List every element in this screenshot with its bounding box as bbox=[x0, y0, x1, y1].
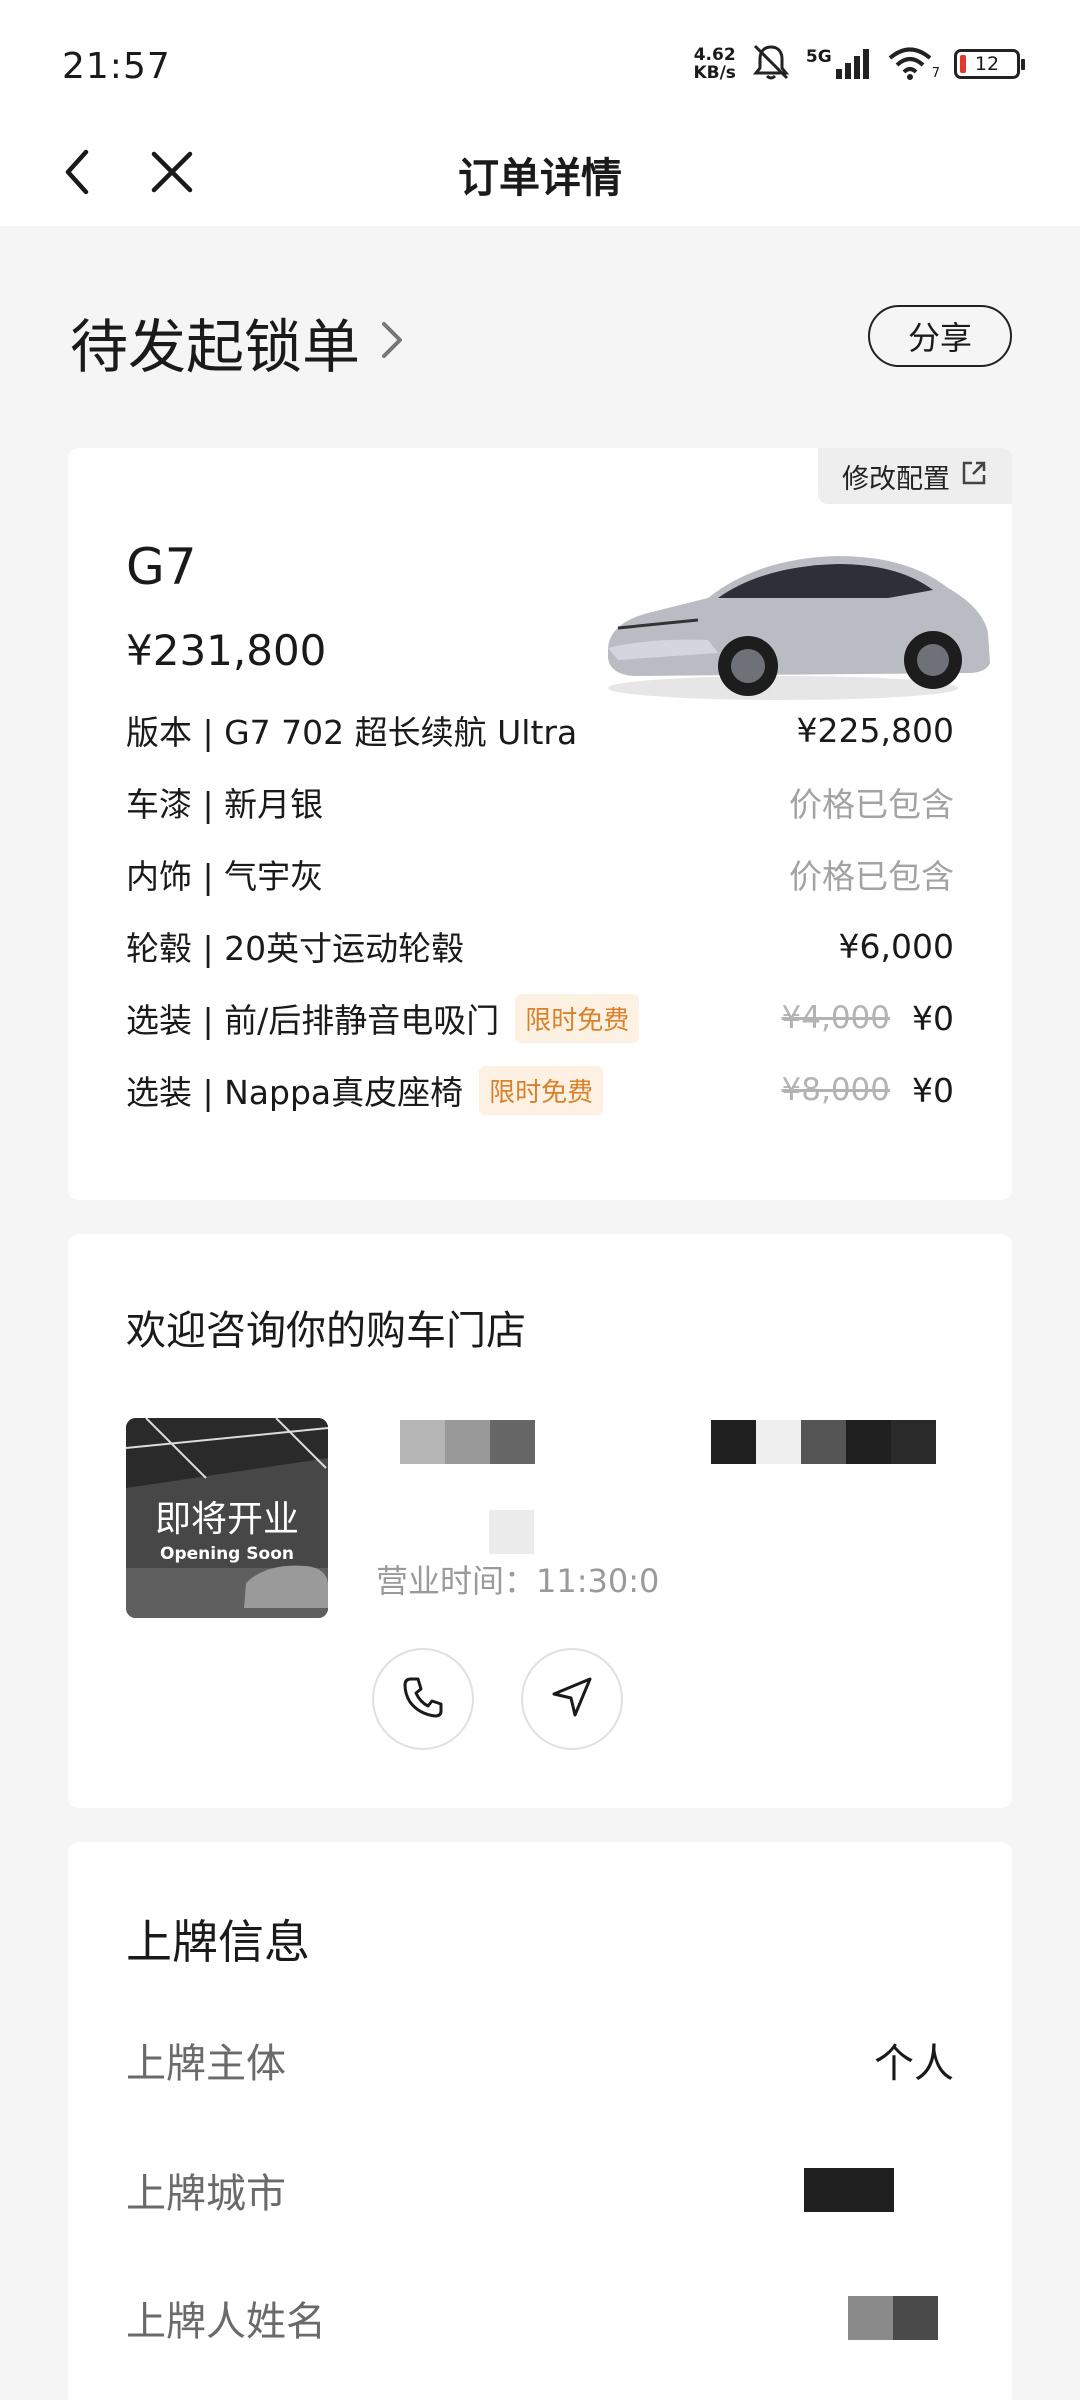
plate-row-subject: 上牌主体 个人 bbox=[126, 2030, 954, 2090]
wifi-icon: 7 bbox=[888, 47, 940, 81]
external-link-icon bbox=[960, 459, 988, 494]
signal-5g-icon: 5G bbox=[806, 47, 874, 81]
phone-icon bbox=[401, 1675, 445, 1723]
status-time: 21:57 bbox=[62, 46, 171, 87]
plate-title: 上牌信息 bbox=[126, 1915, 310, 1969]
call-store-button[interactable] bbox=[372, 1648, 474, 1750]
spec-value: ¥6,000 bbox=[838, 926, 954, 966]
spec-row-interior: 内饰 | 气宇灰 价格已包含 bbox=[126, 849, 954, 899]
spec-label: 车漆 | 新月银 bbox=[126, 785, 324, 824]
navigate-icon bbox=[550, 1675, 594, 1723]
spec-row-version: 版本 | G7 702 超长续航 Ultra ¥225,800 bbox=[126, 705, 954, 755]
car-config-card: 修改配置 G7 ¥231,800 版本 | G7 702 超长续航 Ultra … bbox=[68, 448, 1012, 1200]
page-title: 订单详情 bbox=[458, 154, 622, 202]
chevron-right-icon bbox=[378, 318, 406, 366]
battery-icon: 12 bbox=[954, 49, 1025, 79]
spec-row-paint: 车漆 | 新月银 价格已包含 bbox=[126, 777, 954, 827]
battery-level: 12 bbox=[974, 53, 1000, 75]
plate-row-city: 上牌城市 bbox=[126, 2160, 954, 2220]
spec-label: 版本 | G7 702 超长续航 Ultra bbox=[126, 713, 578, 752]
plate-name-redacted bbox=[848, 2296, 938, 2340]
status-icons: 4.62 KB/s 5G 7 12 bbox=[693, 42, 1025, 86]
wifi-sub: 7 bbox=[931, 66, 940, 81]
mute-bell-icon bbox=[750, 42, 792, 86]
free-tag: 限时免费 bbox=[515, 993, 640, 1043]
car-price: ¥231,800 bbox=[126, 626, 327, 675]
spec-value: 价格已包含 bbox=[789, 785, 954, 824]
spec-original-price: ¥8,000 bbox=[781, 1072, 890, 1108]
order-status-link[interactable]: 待发起锁单 bbox=[70, 300, 406, 384]
spec-value: ¥0 bbox=[912, 998, 954, 1038]
order-status-text: 待发起锁单 bbox=[70, 313, 361, 381]
spec-row-wheels: 轮毂 | 20英寸运动轮毂 ¥6,000 bbox=[126, 921, 954, 971]
net-speed-unit: KB/s bbox=[693, 63, 736, 83]
car-model: G7 bbox=[126, 538, 197, 596]
net-speed-value: 4.62 bbox=[693, 45, 736, 65]
store-card: 欢迎咨询你的购车门店 即将开业 Opening Soon 营业时间：11:30:… bbox=[68, 1234, 1012, 1808]
free-tag: 限时免费 bbox=[479, 1065, 604, 1115]
store-title: 欢迎咨询你的购车门店 bbox=[126, 1308, 526, 1354]
spec-label: 轮毂 | 20英寸运动轮毂 bbox=[126, 929, 465, 968]
spec-label: 选装 | 前/后排静音电吸门 bbox=[126, 1001, 500, 1040]
plate-row-name: 上牌人姓名 bbox=[126, 2288, 954, 2348]
opening-soon-cn: 即将开业 bbox=[154, 1499, 299, 1540]
navigate-store-button[interactable] bbox=[521, 1648, 623, 1750]
car-image bbox=[588, 528, 1008, 708]
store-distance-redacted bbox=[711, 1420, 936, 1464]
plate-info-card: 上牌信息 上牌主体 个人 上牌城市 上牌人姓名 bbox=[68, 1842, 1012, 2400]
share-button[interactable]: 分享 bbox=[868, 305, 1012, 367]
spec-value: ¥0 bbox=[912, 1070, 954, 1110]
plate-value: 个人 bbox=[874, 2041, 954, 2087]
plate-label: 上牌人姓名 bbox=[126, 2299, 326, 2345]
plate-label: 上牌主体 bbox=[126, 2041, 286, 2087]
modify-config-label: 修改配置 bbox=[842, 463, 950, 495]
store-hours: 营业时间：11:30:0 bbox=[376, 1562, 660, 1600]
spec-row-option-doors: 选装 | 前/后排静音电吸门 限时免费 ¥4,000 ¥0 bbox=[126, 993, 954, 1043]
net-speed: 4.62 KB/s bbox=[693, 46, 735, 82]
spec-value: 价格已包含 bbox=[789, 857, 954, 896]
store-name-redacted bbox=[400, 1420, 535, 1464]
spec-original-price: ¥4,000 bbox=[781, 1000, 890, 1036]
plate-city-redacted bbox=[804, 2168, 894, 2212]
nav-bar: 订单详情 bbox=[0, 130, 1080, 226]
status-bar: 21:57 4.62 KB/s 5G 7 12 bbox=[0, 0, 1080, 130]
spec-label: 内饰 | 气宇灰 bbox=[126, 857, 324, 896]
spec-value: ¥225,800 bbox=[796, 710, 954, 750]
spec-row-option-seats: 选装 | Nappa真皮座椅 限时免费 ¥8,000 ¥0 bbox=[126, 1065, 954, 1115]
plate-label: 上牌城市 bbox=[126, 2171, 286, 2217]
opening-soon-en: Opening Soon bbox=[160, 1544, 294, 1564]
spec-label: 选装 | Nappa真皮座椅 bbox=[126, 1073, 464, 1112]
signal-label: 5G bbox=[805, 47, 832, 67]
store-address-redacted bbox=[489, 1510, 534, 1554]
modify-config-button[interactable]: 修改配置 bbox=[818, 448, 1012, 504]
store-image[interactable]: 即将开业 Opening Soon bbox=[126, 1418, 328, 1618]
